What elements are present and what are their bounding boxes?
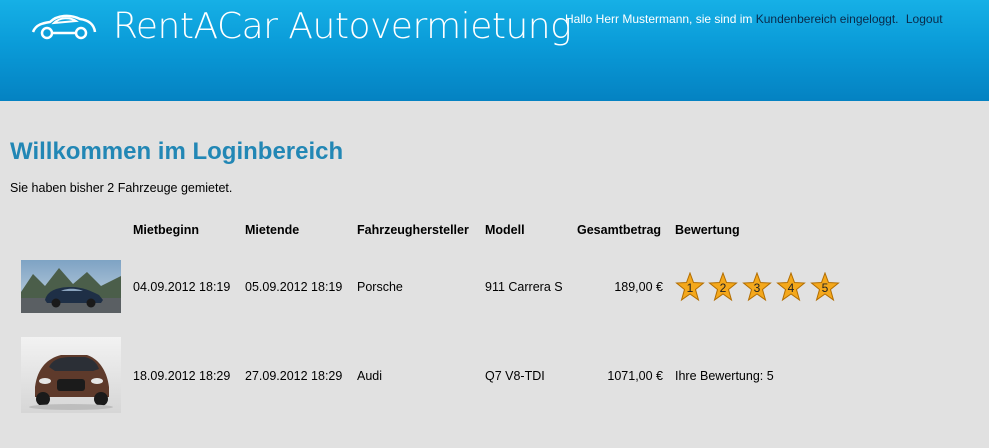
rental-start: 04.09.2012 18:19 (133, 280, 231, 294)
model: 911 Carrera S (485, 280, 563, 294)
column-header-manufacturer: Fahrzeughersteller (357, 223, 469, 237)
rate-star-3[interactable]: 3 (742, 271, 772, 302)
logout-link[interactable]: Logout (906, 12, 943, 26)
greeting-suffix: eingeloggt. (836, 12, 899, 26)
star-number: 2 (719, 281, 727, 295)
column-header-start: Mietbeginn (133, 223, 199, 237)
header-bar: RentACar Autovermietung Hallo Herr Muste… (0, 0, 989, 101)
car-logo-icon (31, 14, 97, 40)
car-thumbnail-porsche (21, 260, 121, 313)
rating-text: Ihre Bewertung: 5 (675, 369, 774, 383)
column-header-total: Gesamtbetrag (577, 223, 662, 237)
customer-area-link[interactable]: Kundenbereich (756, 12, 837, 26)
column-header-model: Modell (485, 223, 525, 237)
rate-star-1[interactable]: 1 (675, 271, 705, 302)
star-number: 3 (753, 281, 761, 295)
manufacturer: Porsche (357, 280, 403, 294)
rental-summary: Sie haben bisher 2 Fahrzeuge gemietet. (10, 181, 233, 195)
column-header-rating: Bewertung (675, 223, 740, 237)
rental-end: 05.09.2012 18:19 (245, 280, 343, 294)
rental-end: 27.09.2012 18:29 (245, 369, 343, 383)
car-thumbnail-audi (21, 337, 121, 413)
rate-star-4[interactable]: 4 (776, 271, 806, 302)
rental-start: 18.09.2012 18:29 (133, 369, 231, 383)
star-number: 4 (787, 281, 795, 295)
user-greeting: Hallo Herr Mustermann, sie sind im Kunde… (565, 12, 943, 26)
manufacturer: Audi (357, 369, 383, 383)
total-amount: 189,00 € (614, 280, 663, 294)
greeting-text: Hallo Herr Mustermann, sie sind im (565, 12, 756, 26)
star-number: 5 (821, 281, 829, 295)
total-amount: 1071,00 € (607, 369, 663, 383)
rate-star-5[interactable]: 5 (810, 271, 840, 302)
model: Q7 V8-TDI (485, 369, 545, 383)
column-header-end: Mietende (245, 223, 300, 237)
rate-star-2[interactable]: 2 (708, 271, 738, 302)
app-title: RentACar Autovermietung (113, 6, 572, 47)
page-title: Willkommen im Loginbereich (10, 138, 344, 165)
star-number: 1 (686, 281, 694, 295)
